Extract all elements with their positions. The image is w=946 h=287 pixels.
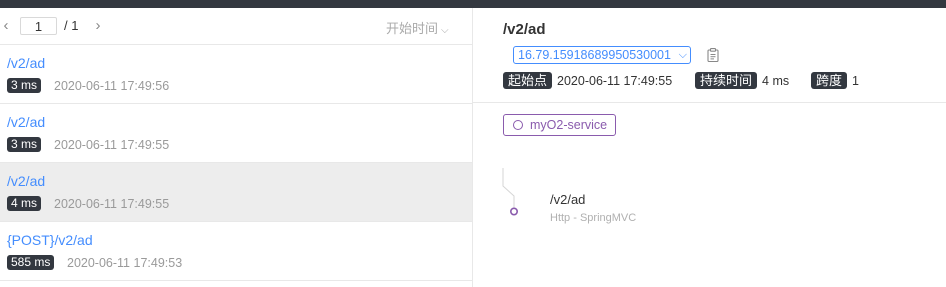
- duration-tag: 持续时间: [695, 72, 758, 90]
- pagination-bar: ‹ 1 / 1 › 开始时间 ⌵: [0, 8, 472, 45]
- trace-list-item[interactable]: /v2/ad 4 ms 2020-06-11 17:49:55: [0, 163, 472, 222]
- trace-detail-panel: /v2/ad 16.79.15918689950530001 ⌵ 起始点 2020…: [473, 8, 946, 287]
- trace-endpoint-link[interactable]: /v2/ad: [7, 114, 45, 130]
- trace-id-value: 16.79.15918689950530001: [518, 48, 671, 62]
- trace-list-item[interactable]: /v2/ad 3 ms 2020-06-11 17:49:56: [0, 45, 472, 104]
- duration-badge: 585 ms: [7, 255, 55, 270]
- trace-list: /v2/ad 3 ms 2020-06-11 17:49:56/v2/ad 3 ms 2…: [0, 45, 472, 281]
- start-time-value: 2020-06-11 17:49:55: [557, 73, 673, 88]
- span-component: Http - SpringMVC: [550, 212, 637, 224]
- trace-start-time: 2020-06-11 17:49:55: [54, 197, 170, 211]
- clipboard-icon[interactable]: [707, 48, 719, 62]
- duration-badge: 3 ms: [7, 137, 42, 152]
- duration-badge: 3 ms: [7, 78, 42, 93]
- sort-by-start-time[interactable]: 开始时间 ⌵: [386, 18, 449, 37]
- span-count-tag: 跨度: [811, 72, 848, 90]
- duration-badge: 4 ms: [7, 196, 42, 211]
- chevron-down-icon: ⌵: [441, 25, 449, 36]
- detail-divider: [473, 102, 946, 103]
- trace-start-time: 2020-06-11 17:49:53: [67, 256, 183, 270]
- duration-value: 4 ms: [762, 73, 790, 88]
- service-name: myO2-service: [530, 118, 608, 132]
- trace-id-select[interactable]: 16.79.15918689950530001 ⌵: [513, 46, 691, 64]
- page-number-input[interactable]: 1: [20, 17, 57, 35]
- prev-page-icon[interactable]: ‹: [0, 17, 12, 35]
- next-page-icon[interactable]: ›: [92, 17, 104, 35]
- chevron-down-icon: ⌵: [678, 49, 687, 61]
- page-total: / 1: [64, 18, 79, 33]
- span-node-icon: [509, 207, 518, 216]
- duration-meta: 持续时间 4 ms: [695, 72, 789, 90]
- start-time-tag: 起始点: [503, 72, 553, 90]
- trace-endpoint-link[interactable]: /v2/ad: [7, 55, 45, 71]
- top-nav-bar: [0, 0, 946, 8]
- trace-list-panel: ‹ 1 / 1 › 开始时间 ⌵ /v2/ad 3 ms 2020-06-11 17:…: [0, 8, 473, 287]
- trace-start-time: 2020-06-11 17:49:56: [54, 79, 170, 93]
- trace-endpoint-link[interactable]: /v2/ad: [7, 173, 45, 189]
- trace-list-item[interactable]: /v2/ad 3 ms 2020-06-11 17:49:55: [0, 104, 472, 163]
- trace-endpoint-link[interactable]: {POST}/v2/ad: [7, 232, 93, 248]
- span-count-value: 1: [852, 73, 859, 88]
- trace-list-item[interactable]: {POST}/v2/ad 585 ms 2020-06-11 17:49:53: [0, 222, 472, 281]
- trace-title: /v2/ad: [503, 21, 546, 38]
- start-time-meta: 起始点 2020-06-11 17:49:55: [503, 72, 672, 90]
- sort-label: 开始时间: [386, 21, 439, 36]
- span-tree-connector: [502, 168, 518, 216]
- span-name[interactable]: /v2/ad: [550, 192, 585, 207]
- service-filter-button[interactable]: myO2-service: [503, 114, 617, 136]
- service-circle-icon: [513, 120, 523, 130]
- trace-start-time: 2020-06-11 17:49:55: [54, 138, 170, 152]
- span-count-meta: 跨度 1: [811, 72, 859, 90]
